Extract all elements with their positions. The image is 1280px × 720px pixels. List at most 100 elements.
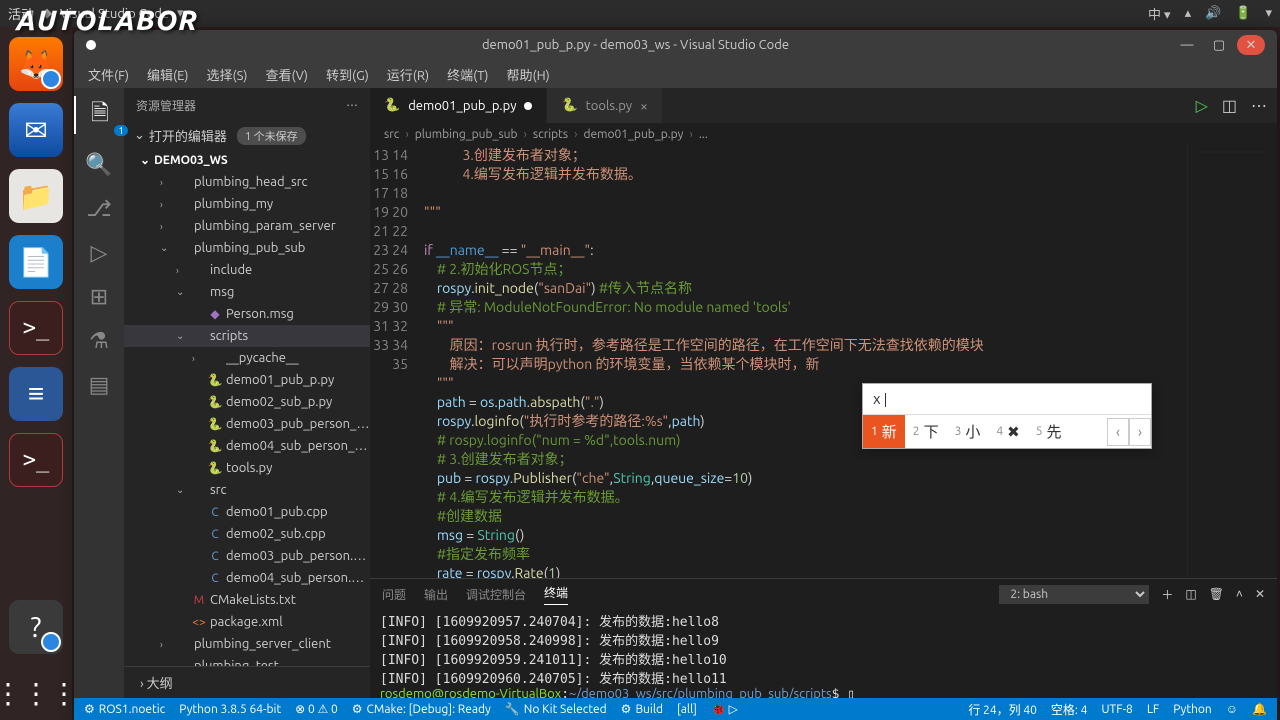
code-editor[interactable]: 13 14 15 16 17 18 19 20 21 22 23 24 25 2… (370, 145, 1277, 578)
menu-select[interactable]: 选择(S) (199, 63, 256, 86)
status-debug-launch-icon[interactable]: 🐞 ▷ (711, 702, 738, 716)
chevron-right-icon[interactable]: › (140, 677, 144, 691)
tree-item[interactable]: Cdemo03_pub_person.cpp (124, 545, 370, 567)
activities[interactable]: 活动 (8, 4, 34, 23)
tree-item[interactable]: ›plumbing_my (124, 193, 370, 215)
tree-item[interactable]: ◆Person.msg (124, 303, 370, 325)
ime-candidate-2[interactable]: 2下 (905, 415, 947, 448)
workspace-name[interactable]: DEMO03_WS (154, 154, 228, 167)
launcher-help[interactable]: ? (9, 600, 63, 654)
kill-terminal-icon[interactable]: 🗑 (1209, 587, 1224, 601)
tree-item[interactable]: ⌄msg (124, 281, 370, 303)
status-lang[interactable]: Python (1173, 703, 1212, 716)
more-icon[interactable]: ⋯ (1251, 96, 1267, 115)
tree-item[interactable]: ›plumbing_server_client (124, 633, 370, 655)
tree-item[interactable]: ›plumbing_param_server (124, 215, 370, 237)
tree-item[interactable]: ⌄plumbing_test (124, 655, 370, 666)
tree-item[interactable]: <>package.xml (124, 611, 370, 633)
status-position[interactable]: 行 24，列 40 (968, 701, 1037, 718)
ime-candidate-1[interactable]: 1新 (863, 415, 905, 448)
menu-file[interactable]: 文件(F) (80, 63, 137, 86)
terminal-shell-select[interactable]: 2: bash (999, 585, 1149, 604)
activity-debug-icon[interactable]: ▷ (91, 240, 108, 266)
status-target[interactable]: [all] (677, 703, 697, 716)
ime-next-icon[interactable]: › (1129, 418, 1151, 446)
status-spaces[interactable]: 空格: 4 (1051, 701, 1087, 718)
tree-item[interactable]: Cdemo04_sub_person.cpp (124, 567, 370, 589)
menu-view[interactable]: 查看(V) (258, 63, 316, 86)
sidebar-more-icon[interactable]: ⋯ (346, 98, 358, 112)
open-editors-label[interactable]: 打开的编辑器 (149, 126, 227, 145)
close-button[interactable]: ✕ (1237, 35, 1265, 55)
ime-prev-icon[interactable]: ‹ (1107, 418, 1129, 446)
tree-item[interactable]: Cdemo01_pub.cpp (124, 501, 370, 523)
activity-explorer-icon[interactable]: 🗎 (74, 96, 124, 134)
menu-edit[interactable]: 编辑(E) (139, 63, 196, 86)
volume-icon[interactable]: 🔊 (1205, 6, 1221, 21)
tree-item[interactable]: 🐍tools.py (124, 457, 370, 479)
status-encoding[interactable]: UTF-8 (1101, 703, 1132, 716)
minimize-button[interactable]: — (1173, 35, 1201, 55)
minimap[interactable] (1187, 145, 1277, 578)
split-terminal-icon[interactable]: ◫ (1185, 587, 1196, 601)
launcher-vscode[interactable]: ≡ (9, 367, 63, 421)
launcher-terminal[interactable]: >_ (9, 301, 63, 355)
menu-run[interactable]: 运行(R) (379, 63, 437, 86)
tree-item[interactable]: 🐍demo02_sub_p.py (124, 391, 370, 413)
activity-extensions-icon[interactable]: ⊞ (90, 284, 108, 310)
tab-demo01[interactable]: 🐍 demo01_pub_p.py (370, 88, 547, 123)
terminal-output[interactable]: [INFO] [1609920957.240704]: 发布的数据:hello8… (370, 609, 1277, 698)
chevron-down-icon[interactable]: ⌄ (140, 153, 150, 167)
status-kit[interactable]: 🔧 No Kit Selected (505, 702, 607, 716)
launcher-office[interactable]: 📄 (9, 235, 63, 289)
status-build[interactable]: ⚙ Build (621, 702, 663, 716)
menu-terminal[interactable]: 终端(T) (439, 63, 496, 86)
panel-tab-terminal[interactable]: 终端 (544, 584, 568, 605)
tab-tools[interactable]: 🐍 tools.py × (547, 88, 662, 123)
new-terminal-icon[interactable]: ＋ (1161, 586, 1173, 603)
launcher-terminal-2[interactable]: >_ (9, 433, 63, 487)
ime-candidate-4[interactable]: 4✖ (988, 417, 1027, 447)
breadcrumb[interactable]: src› plumbing_pub_sub› scripts› demo01_p… (370, 123, 1277, 145)
ime-indicator[interactable]: 中 ▾ (1148, 4, 1171, 23)
activity-testing-icon[interactable]: ⚗ (89, 328, 109, 354)
chevron-down-icon[interactable]: ⌄ (134, 128, 145, 143)
close-tab-icon[interactable]: × (640, 98, 648, 114)
launcher-thunderbird[interactable]: ✉ (9, 103, 63, 157)
ime-candidate-5[interactable]: 5先 (1028, 415, 1070, 448)
ime-candidate-3[interactable]: 3小 (947, 415, 989, 448)
activity-scm-icon[interactable]: ⎇ (86, 196, 111, 222)
tree-item[interactable]: 🐍demo01_pub_p.py (124, 369, 370, 391)
network-icon[interactable]: ▴ (1185, 6, 1192, 21)
activity-search-icon[interactable]: 🔍 (85, 152, 112, 178)
tree-item[interactable]: ›plumbing_head_src (124, 171, 370, 193)
tree-item[interactable]: ⌄plumbing_pub_sub (124, 237, 370, 259)
panel-close-icon[interactable]: ✕ (1255, 587, 1265, 601)
status-problems[interactable]: ⊗ 0 ⚠ 0 (295, 702, 338, 716)
tree-item[interactable]: ⌄scripts (124, 325, 370, 347)
launcher-files[interactable]: 📁 (9, 169, 63, 223)
system-menu[interactable]: ▾ (1265, 6, 1272, 21)
run-icon[interactable]: ▷ (1196, 96, 1208, 115)
maximize-button[interactable]: ▢ (1205, 35, 1233, 55)
status-eol[interactable]: LF (1147, 703, 1159, 716)
tree-item[interactable]: 🐍demo03_pub_person_p.py (124, 413, 370, 435)
outline-label[interactable]: 大纲 (147, 677, 173, 691)
launcher-apps-grid[interactable]: ⋮⋮⋮ (9, 666, 63, 720)
menu-go[interactable]: 转到(G) (318, 63, 377, 86)
tree-item[interactable]: 🐍demo04_sub_person_p.py (124, 435, 370, 457)
split-editor-icon[interactable]: ◫ (1222, 96, 1237, 115)
status-ros[interactable]: ⚙ ROS1.noetic (84, 702, 165, 716)
panel-tab-problems[interactable]: 问题 (382, 586, 406, 603)
tree-item[interactable]: ›include (124, 259, 370, 281)
panel-tab-debug[interactable]: 调试控制台 (466, 586, 526, 603)
launcher-firefox[interactable]: 🦊 (9, 37, 63, 91)
tree-item[interactable]: ⌄src (124, 479, 370, 501)
tree-item[interactable]: ›__pycache__ (124, 347, 370, 369)
menu-help[interactable]: 帮助(H) (499, 63, 558, 86)
panel-maximize-icon[interactable]: ˄ (1236, 587, 1243, 601)
status-cmake[interactable]: ⚙ CMake: [Debug]: Ready (352, 702, 491, 716)
status-python[interactable]: Python 3.8.5 64-bit (179, 703, 281, 716)
activity-misc-icon[interactable]: ▤ (89, 372, 110, 398)
battery-icon[interactable]: 🔋 (1235, 6, 1251, 21)
